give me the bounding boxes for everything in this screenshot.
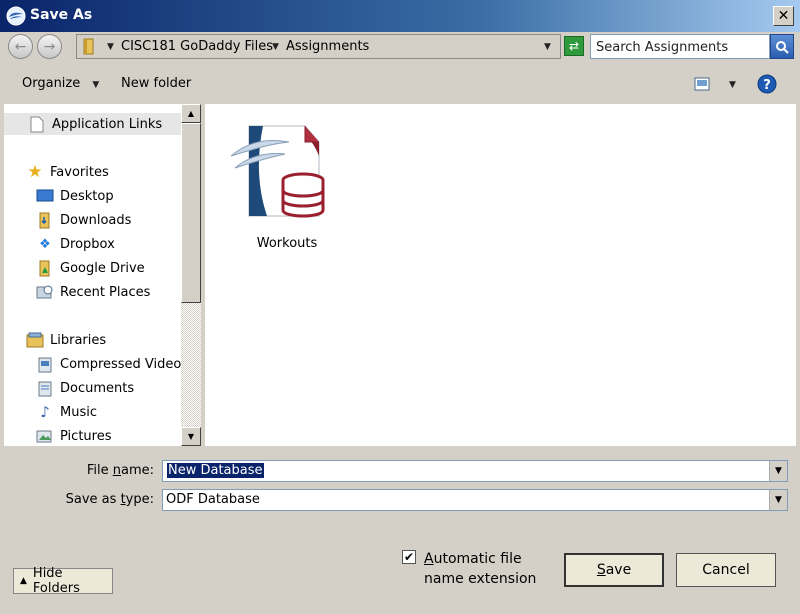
file-list-pane[interactable]: Workouts bbox=[205, 104, 796, 446]
forward-arrow-icon: → bbox=[43, 38, 56, 55]
nav-section-favorites[interactable]: ★ Favorites bbox=[4, 161, 182, 183]
pictures-library-icon bbox=[36, 427, 54, 445]
document-icon bbox=[28, 115, 46, 133]
nav-item-desktop[interactable]: Desktop bbox=[4, 185, 182, 207]
forward-button[interactable]: → bbox=[37, 34, 62, 59]
hide-folders-label: Hide Folders bbox=[32, 566, 80, 596]
save-as-type-dropdown-button[interactable]: ▼ bbox=[769, 490, 787, 510]
chevron-down-icon: ▼ bbox=[92, 80, 100, 90]
hide-folders-button[interactable]: ▲ Hide Folders bbox=[13, 566, 113, 596]
toolbar: Organize ▼ New folder ▼ ? bbox=[0, 66, 800, 102]
file-name-label: File name: bbox=[86, 463, 154, 478]
close-icon: ✕ bbox=[777, 8, 790, 24]
dropbox-icon: ❖ bbox=[39, 236, 51, 252]
search-button[interactable] bbox=[770, 34, 794, 59]
save-button[interactable]: Save bbox=[564, 553, 664, 587]
nav-item-music[interactable]: ♪ Music bbox=[4, 401, 182, 423]
nav-section-libraries[interactable]: Libraries bbox=[4, 329, 182, 351]
title-bar: Save As ✕ bbox=[0, 0, 800, 32]
odf-database-icon bbox=[230, 125, 325, 218]
nav-item-downloads[interactable]: Downloads bbox=[4, 209, 182, 231]
music-library-icon: ♪ bbox=[40, 403, 50, 421]
desktop-icon bbox=[36, 187, 54, 205]
organize-button[interactable]: Organize ▼ bbox=[22, 76, 99, 91]
refresh-button[interactable]: ⇄ bbox=[564, 36, 584, 56]
scrollbar-thumb[interactable] bbox=[181, 123, 201, 303]
automatic-extension-label[interactable]: Automatic file name extension bbox=[424, 549, 536, 589]
folder-icon bbox=[83, 38, 94, 55]
file-name-value[interactable]: New Database bbox=[167, 463, 264, 478]
nav-item-label: Recent Places bbox=[60, 284, 151, 300]
cancel-button[interactable]: Cancel bbox=[676, 553, 776, 587]
arrow-up-icon: ▲ bbox=[187, 109, 195, 118]
nav-item-recent-places[interactable]: Recent Places bbox=[4, 281, 182, 303]
video-library-icon bbox=[36, 355, 54, 373]
libraries-icon bbox=[26, 331, 44, 349]
nav-item-label: Pictures bbox=[60, 428, 112, 444]
nav-item-label: Dropbox bbox=[60, 236, 115, 252]
refresh-icon: ⇄ bbox=[568, 39, 580, 53]
nav-item-dropbox[interactable]: ❖ Dropbox bbox=[4, 233, 182, 255]
nav-item-google-drive[interactable]: Google Drive bbox=[4, 257, 182, 279]
chevron-up-icon: ▲ bbox=[20, 576, 27, 586]
nav-section-label: Libraries bbox=[50, 332, 107, 348]
back-button[interactable]: ← bbox=[8, 34, 33, 59]
downloads-folder-icon bbox=[36, 211, 54, 229]
nav-item-label: Documents bbox=[60, 380, 135, 396]
window-title: Save As bbox=[30, 7, 93, 23]
nav-item-label: Google Drive bbox=[60, 260, 145, 276]
chevron-down-icon[interactable]: ▼ bbox=[272, 42, 279, 52]
view-icon[interactable] bbox=[694, 77, 710, 91]
search-icon bbox=[776, 40, 789, 54]
save-as-type-select[interactable]: ODF Database ▼ bbox=[162, 489, 788, 511]
close-button[interactable]: ✕ bbox=[773, 6, 794, 26]
breadcrumb-assignments[interactable]: Assignments bbox=[286, 39, 369, 54]
navigation-pane-scrollbar[interactable]: ▲ ▼ bbox=[181, 104, 201, 446]
file-item-label: Workouts bbox=[256, 236, 318, 251]
nav-item-label: Compressed Video bbox=[60, 356, 182, 372]
file-name-field[interactable]: New Database ▼ bbox=[162, 460, 788, 482]
nav-item-pictures[interactable]: Pictures bbox=[4, 425, 182, 446]
google-drive-folder-icon bbox=[36, 259, 54, 277]
recent-places-icon bbox=[36, 283, 54, 301]
organize-label: Organize bbox=[22, 76, 81, 91]
chevron-down-icon[interactable]: ▼ bbox=[107, 42, 114, 52]
nav-item-label: Application Links bbox=[52, 116, 163, 132]
file-name-dropdown-button[interactable]: ▼ bbox=[769, 461, 787, 481]
svg-text:?: ? bbox=[763, 78, 771, 93]
checkmark-icon: ✔ bbox=[403, 550, 415, 564]
nav-item-compressed-video[interactable]: Compressed Video bbox=[4, 353, 182, 375]
back-arrow-icon: ← bbox=[14, 38, 27, 55]
new-folder-button[interactable]: New folder bbox=[121, 76, 191, 91]
nav-item-label: Desktop bbox=[60, 188, 114, 204]
scroll-up-button[interactable]: ▲ bbox=[181, 104, 201, 123]
address-bar[interactable]: ▼ CISC181 GoDaddy Files ▼ Assignments ▼ bbox=[76, 34, 561, 59]
openoffice-app-icon bbox=[6, 6, 26, 26]
nav-item-label: Music bbox=[60, 404, 97, 420]
documents-library-icon bbox=[36, 379, 54, 397]
save-as-type-label: Save as type: bbox=[65, 492, 154, 507]
file-item-workouts[interactable]: Workouts bbox=[230, 114, 345, 254]
search-input[interactable] bbox=[594, 36, 770, 59]
save-as-type-value: ODF Database bbox=[166, 492, 260, 507]
navigation-pane: Application Links ★ Favorites Desktop Do… bbox=[4, 104, 182, 446]
view-options-dropdown-icon[interactable]: ▼ bbox=[729, 80, 736, 90]
nav-item-application-links[interactable]: Application Links bbox=[4, 113, 182, 135]
chevron-down-icon: ▼ bbox=[775, 495, 782, 505]
scroll-down-button[interactable]: ▼ bbox=[181, 427, 201, 446]
nav-item-documents[interactable]: Documents bbox=[4, 377, 182, 399]
address-history-dropdown-icon[interactable]: ▼ bbox=[544, 42, 551, 52]
nav-section-label: Favorites bbox=[50, 164, 109, 180]
automatic-extension-checkbox[interactable]: ✔ bbox=[402, 550, 416, 564]
nav-item-label: Downloads bbox=[60, 212, 132, 228]
breadcrumb-cisc181[interactable]: CISC181 GoDaddy Files bbox=[121, 39, 273, 54]
search-box[interactable] bbox=[590, 34, 770, 59]
arrow-down-icon: ▼ bbox=[187, 432, 195, 441]
help-icon[interactable]: ? bbox=[757, 74, 777, 94]
star-icon: ★ bbox=[27, 162, 43, 182]
chevron-down-icon: ▼ bbox=[775, 466, 782, 476]
